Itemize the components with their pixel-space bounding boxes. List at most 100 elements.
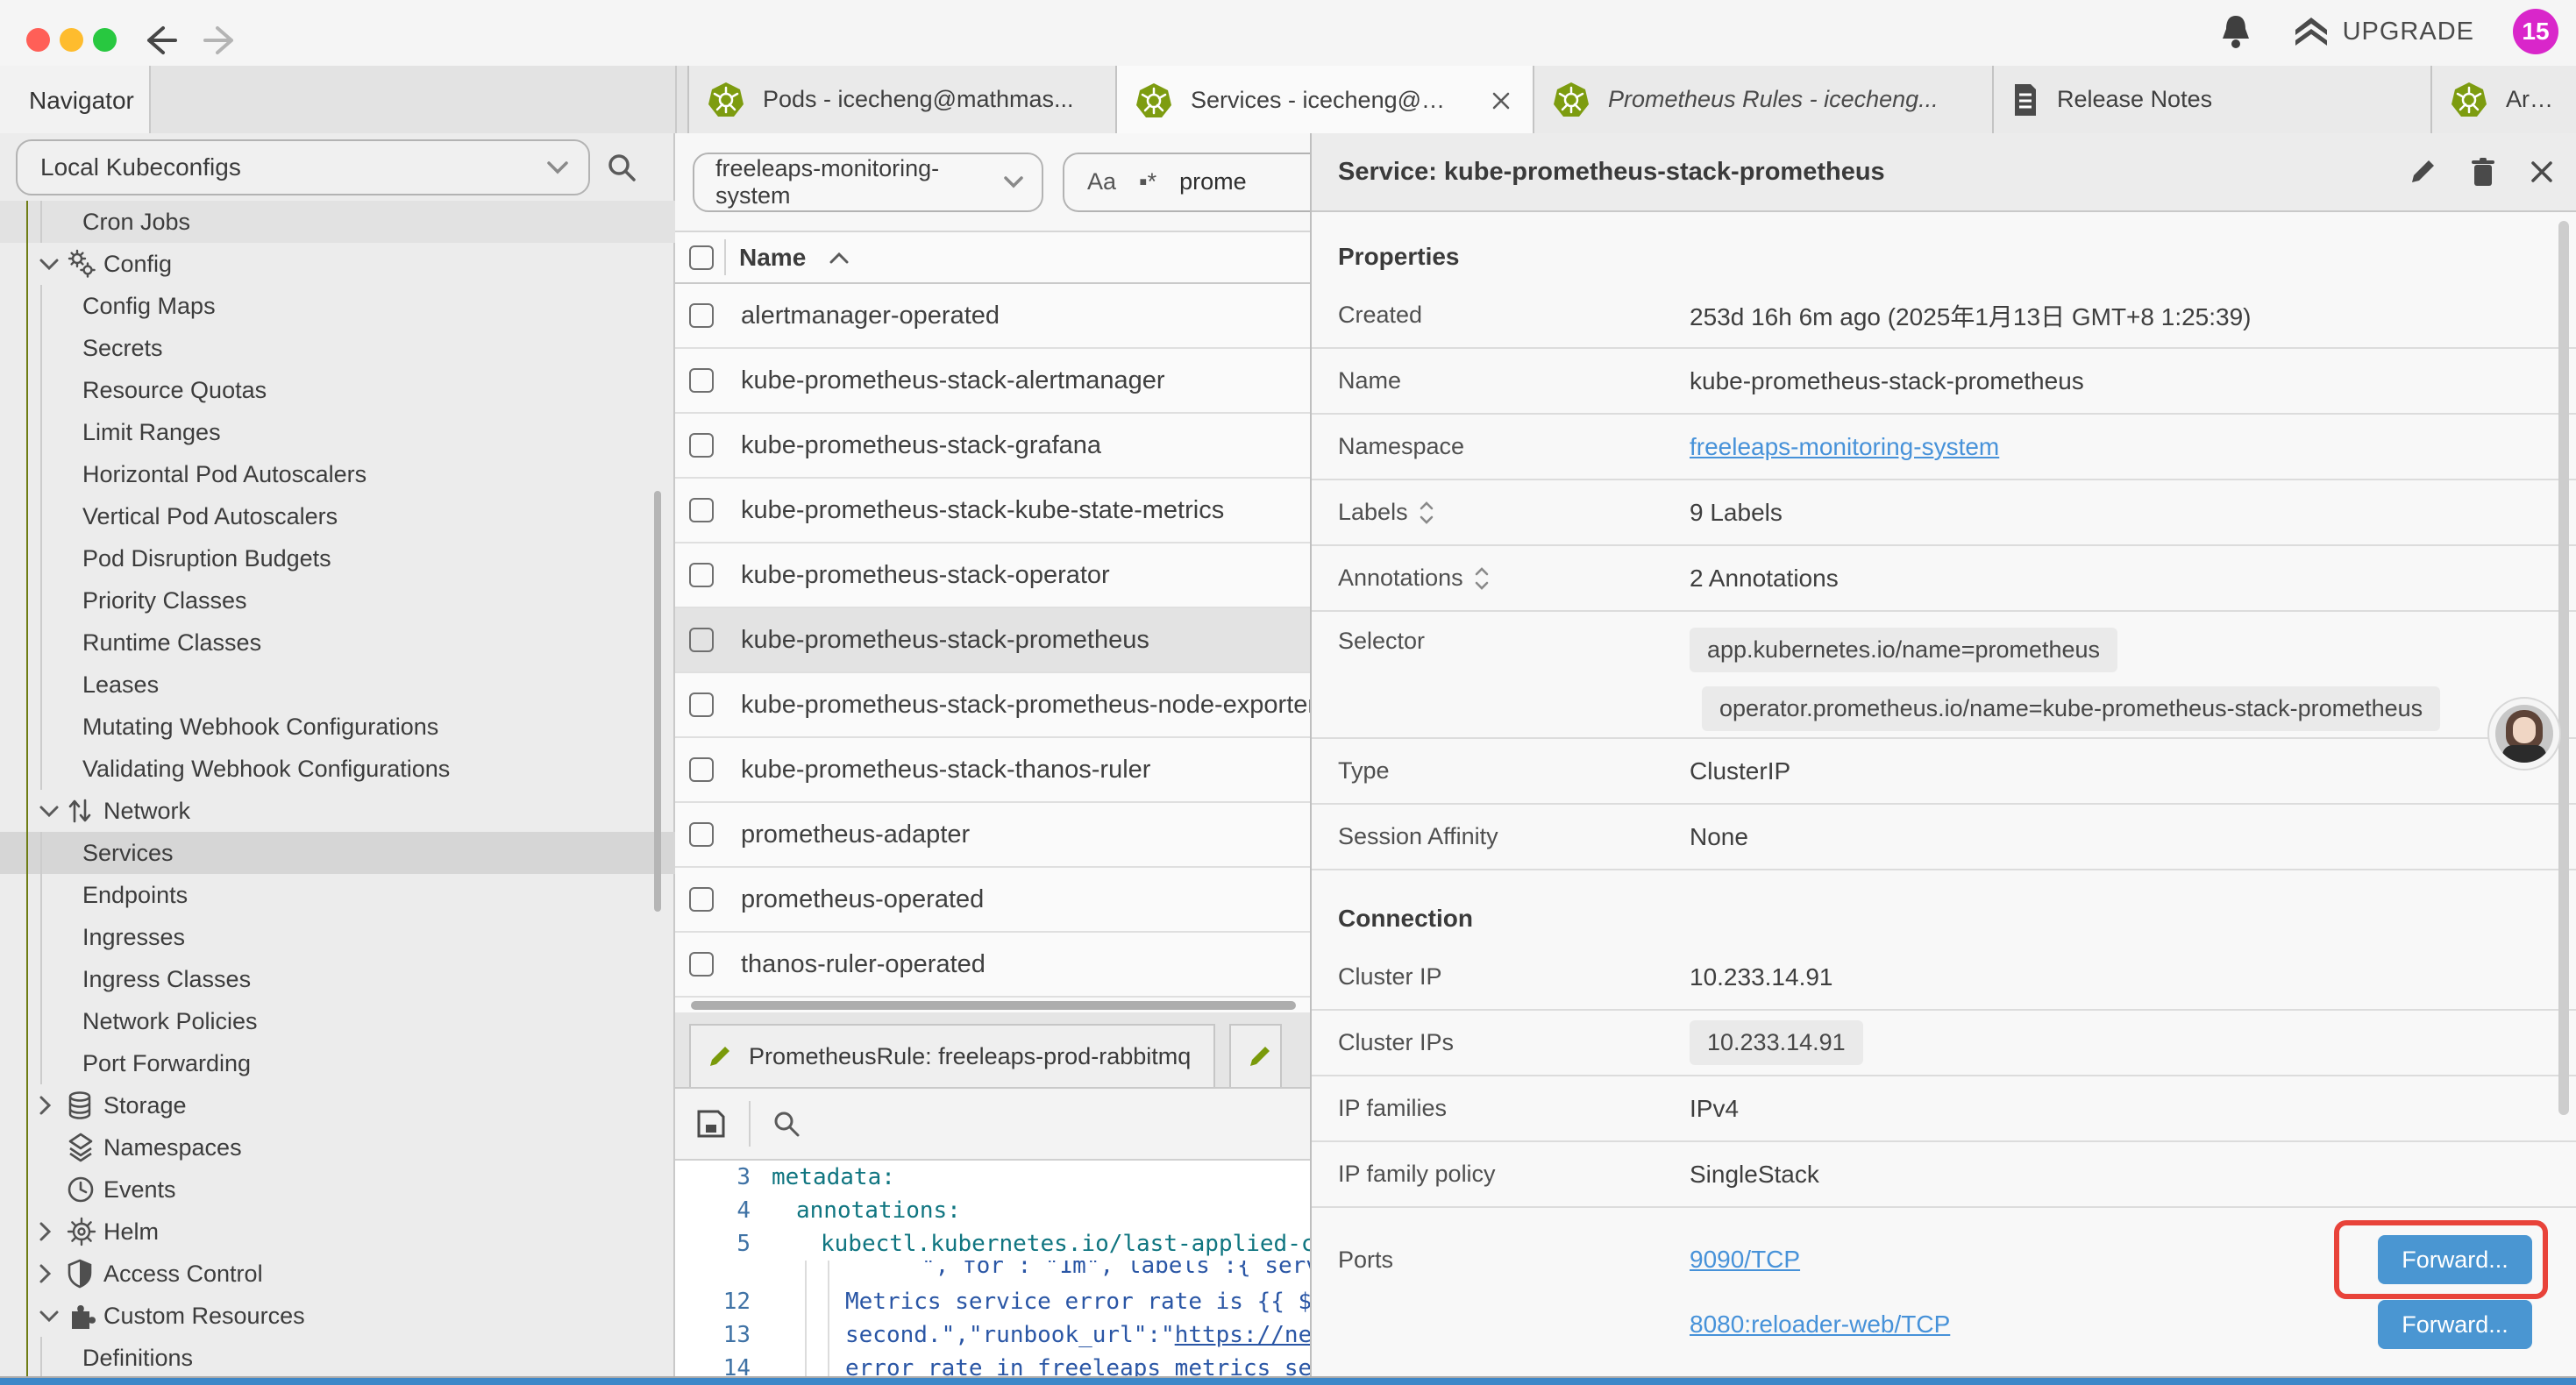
tab-navigator[interactable]: Navigator	[0, 66, 151, 135]
sidebar-item-helm[interactable]: Helm	[0, 1211, 675, 1253]
upgrade-button[interactable]: UPGRADE	[2292, 14, 2474, 49]
row-checkbox[interactable]	[689, 692, 714, 717]
chevron-down-icon[interactable]	[39, 258, 60, 271]
port-link[interactable]: 9090/TCP	[1690, 1246, 1800, 1274]
row-checkbox[interactable]	[689, 433, 714, 458]
row-checkbox[interactable]	[689, 498, 714, 522]
horizontal-scrollbar[interactable]	[691, 1001, 1296, 1010]
notification-count-badge[interactable]: 15	[2513, 9, 2558, 54]
sidebar-item-endpoints[interactable]: Endpoints	[0, 874, 675, 916]
notifications-bell-icon[interactable]	[2218, 12, 2253, 51]
sidebar-item-priority-classes[interactable]: Priority Classes	[0, 579, 675, 621]
table-row[interactable]: prometheus-operated	[675, 868, 1310, 933]
editor-line[interactable]: 12Metrics service error rate is {{ $va	[675, 1285, 1310, 1318]
table-row[interactable]: kube-prometheus-stack-prometheus	[675, 608, 1310, 673]
delete-trash-icon[interactable]	[2469, 156, 2497, 188]
sidebar-item-events[interactable]: Events	[0, 1168, 675, 1211]
close-icon[interactable]	[1491, 90, 1512, 111]
editor-line[interactable]: 3metadata:	[675, 1161, 1310, 1194]
table-row[interactable]: kube-prometheus-stack-prometheus-node-ex…	[675, 673, 1310, 738]
tab-argo[interactable]: Argo Se	[2432, 66, 2576, 133]
table-row[interactable]: prometheus-adapter	[675, 803, 1310, 868]
namespace-selector[interactable]: freeleaps-monitoring-system	[693, 153, 1043, 212]
row-checkbox[interactable]	[689, 757, 714, 782]
chevron-down-icon[interactable]	[39, 805, 60, 818]
tab-prometheus[interactable]: Prometheus Rules - icecheng...	[1534, 66, 1994, 133]
close-window-button[interactable]	[26, 28, 50, 52]
sidebar-item-pod-disruption-budgets[interactable]: Pod Disruption Budgets	[0, 537, 675, 579]
sidebar-item-horizontal-pod-autoscalers[interactable]: Horizontal Pod Autoscalers	[0, 453, 675, 495]
select-all-checkbox[interactable]	[689, 245, 714, 270]
row-checkbox[interactable]	[689, 822, 714, 847]
sort-ascending-icon[interactable]	[829, 252, 850, 264]
sidebar-item-limit-ranges[interactable]: Limit Ranges	[0, 411, 675, 453]
sidebar-item-namespaces[interactable]: Namespaces	[0, 1126, 675, 1168]
editor-tab-prometheusrule[interactable]: PrometheusRule: freeleaps-prod-rabbitmq	[689, 1024, 1215, 1087]
sidebar-item-cron-jobs[interactable]: Cron Jobs	[0, 201, 675, 243]
sidebar-item-network[interactable]: Network	[0, 790, 675, 832]
tab-release[interactable]: Release Notes	[1994, 66, 2432, 133]
sidebar-item-vertical-pod-autoscalers[interactable]: Vertical Pod Autoscalers	[0, 495, 675, 537]
port-link[interactable]: 8080:reloader-web/TCP	[1690, 1310, 1950, 1339]
tab-pods[interactable]: Pods - icecheng@mathmas...	[687, 66, 1117, 133]
editor-line[interactable]: 5kubectl.kubernetes.io/last-applied-co	[675, 1227, 1310, 1261]
editor-line[interactable]: ", for : "1m", labels :{ service : "	[675, 1261, 1310, 1285]
avatar[interactable]	[2487, 697, 2561, 771]
forward-icon[interactable]	[202, 23, 240, 58]
yaml-editor[interactable]: 3metadata:4annotations:5kubectl.kubernet…	[675, 1161, 1310, 1385]
sidebar-item-secrets[interactable]: Secrets	[0, 327, 675, 369]
namespace-link[interactable]: freeleaps-monitoring-system	[1690, 433, 1999, 461]
sidebar-item-validating-webhook-configurations[interactable]: Validating Webhook Configurations	[0, 748, 675, 790]
sidebar-item-services[interactable]: Services	[0, 832, 675, 874]
sidebar-item-access-control[interactable]: Access Control	[0, 1253, 675, 1295]
sidebar-item-network-policies[interactable]: Network Policies	[0, 1000, 675, 1042]
sidebar-item-leases[interactable]: Leases	[0, 664, 675, 706]
table-row[interactable]: kube-prometheus-stack-operator	[675, 543, 1310, 608]
editor-line[interactable]: 4annotations:	[675, 1194, 1310, 1227]
expand-icon[interactable]	[1474, 565, 1490, 592]
sidebar-item-ingresses[interactable]: Ingresses	[0, 916, 675, 958]
row-checkbox[interactable]	[689, 303, 714, 328]
table-row[interactable]: kube-prometheus-stack-grafana	[675, 414, 1310, 479]
editor-search-icon[interactable]	[772, 1109, 801, 1139]
sidebar-item-runtime-classes[interactable]: Runtime Classes	[0, 621, 675, 664]
sidebar-scrollbar[interactable]	[654, 491, 661, 912]
sidebar-item-resource-quotas[interactable]: Resource Quotas	[0, 369, 675, 411]
tab-services[interactable]: Services - icecheng@math...	[1117, 66, 1534, 135]
sidebar-item-storage[interactable]: Storage	[0, 1084, 675, 1126]
table-row[interactable]: kube-prometheus-stack-alertmanager	[675, 349, 1310, 414]
chevron-down-icon[interactable]	[39, 1310, 60, 1323]
save-icon[interactable]	[694, 1107, 728, 1140]
editor-line[interactable]: 13second.","runbook_url":"https://net	[675, 1318, 1310, 1352]
table-row[interactable]: kube-prometheus-stack-kube-state-metrics	[675, 479, 1310, 543]
table-row[interactable]: kube-prometheus-stack-thanos-ruler	[675, 738, 1310, 803]
regex-toggle[interactable]: ▪*	[1139, 168, 1156, 195]
sidebar-item-definitions[interactable]: Definitions	[0, 1337, 675, 1379]
expand-icon[interactable]	[1419, 500, 1434, 526]
chevron-right-icon[interactable]	[39, 1221, 52, 1242]
sidebar-item-ingress-classes[interactable]: Ingress Classes	[0, 958, 675, 1000]
table-row[interactable]: thanos-ruler-operated	[675, 933, 1310, 998]
table-row[interactable]: alertmanager-operated	[675, 284, 1310, 349]
detail-scrollbar[interactable]	[2558, 221, 2569, 1115]
close-icon[interactable]	[2529, 159, 2555, 185]
match-case-toggle[interactable]: Aa	[1087, 168, 1116, 195]
row-checkbox[interactable]	[689, 952, 714, 977]
maximize-window-button[interactable]	[93, 28, 117, 52]
sidebar-item-port-forwarding[interactable]: Port Forwarding	[0, 1042, 675, 1084]
back-icon[interactable]	[140, 23, 179, 58]
row-checkbox[interactable]	[689, 368, 714, 393]
forward-button[interactable]: Forward...	[2378, 1300, 2532, 1349]
chevron-right-icon[interactable]	[39, 1095, 52, 1116]
row-checkbox[interactable]	[689, 887, 714, 912]
sidebar-search-icon[interactable]	[606, 152, 637, 183]
row-checkbox[interactable]	[689, 628, 714, 652]
kubeconfig-selector[interactable]: Local Kubeconfigs	[16, 139, 590, 195]
edit-pencil-icon[interactable]	[2408, 157, 2437, 187]
editor-tab-next[interactable]	[1229, 1024, 1282, 1087]
minimize-window-button[interactable]	[60, 28, 83, 52]
name-column-header[interactable]: Name	[739, 244, 806, 272]
resource-search-input[interactable]: Aa ▪* prome	[1063, 153, 1310, 212]
sidebar-item-config-maps[interactable]: Config Maps	[0, 285, 675, 327]
sidebar-item-config[interactable]: Config	[0, 243, 675, 285]
